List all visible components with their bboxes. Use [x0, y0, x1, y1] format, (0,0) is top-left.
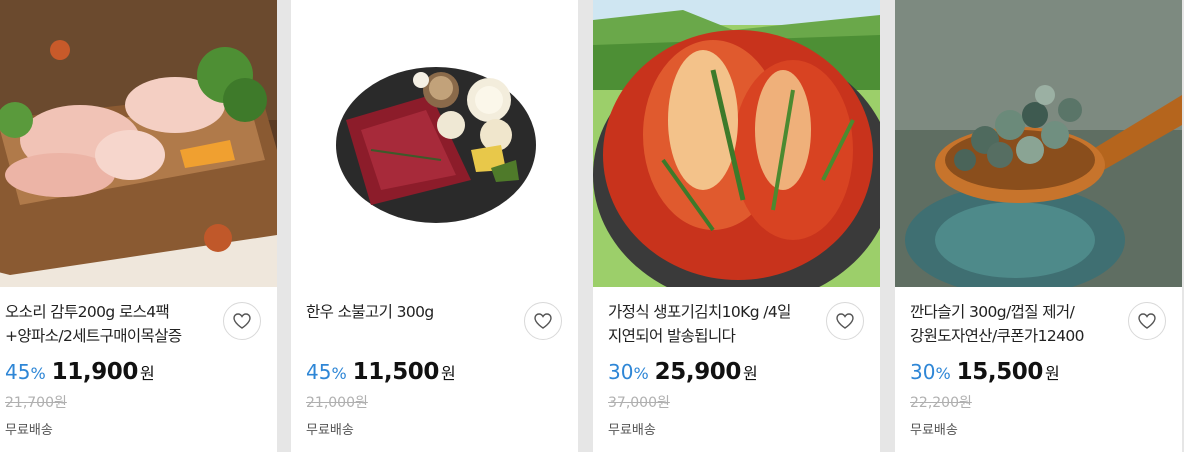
product-image-snails[interactable]: [895, 0, 1182, 287]
product-image-pork[interactable]: [0, 0, 277, 287]
currency-unit: 원: [140, 364, 155, 383]
heart-icon: [1138, 313, 1156, 329]
product-image-kimchi[interactable]: [593, 0, 880, 287]
wishlist-heart-button[interactable]: [524, 302, 562, 340]
price-row: 45% 11,500 원: [306, 359, 456, 385]
percent-sign: %: [30, 364, 46, 383]
discount-rate: 30: [910, 360, 936, 384]
original-price: 37,000원: [608, 395, 670, 411]
discount-rate: 45: [306, 360, 332, 384]
price-row: 30% 15,500 원: [910, 359, 1060, 385]
product-title[interactable]: 한우 소불고기 300g: [306, 300, 511, 324]
discount-rate: 30: [608, 360, 634, 384]
shipping-label: 무료배송: [910, 423, 958, 438]
discount-rate: 45: [5, 360, 31, 384]
price-row: 30% 25,900 원: [608, 359, 758, 385]
wishlist-heart-button[interactable]: [826, 302, 864, 340]
sale-price: 11,500: [352, 359, 440, 385]
wishlist-heart-button[interactable]: [1128, 302, 1166, 340]
currency-unit: 원: [1045, 364, 1060, 383]
original-price: 21,700원: [5, 395, 67, 411]
percent-sign: %: [935, 364, 951, 383]
product-card-2[interactable]: 한우 소불고기 300g 45% 11,500 원 21,000원 무료배송: [291, 0, 578, 452]
product-title[interactable]: 오소리 감투200g 로스4팩+양파소/2세트구매이목살증: [5, 300, 210, 348]
shipping-label: 무료배송: [608, 423, 656, 438]
shipping-label: 무료배송: [306, 423, 354, 438]
percent-sign: %: [633, 364, 649, 383]
sale-price: 25,900: [654, 359, 742, 385]
product-title[interactable]: 깐다슬기 300g/껍질 제거/강원도자연산/쿠폰가12400: [910, 300, 1115, 348]
shipping-label: 무료배송: [5, 423, 53, 438]
original-price: 21,000원: [306, 395, 368, 411]
sale-price: 11,900: [51, 359, 139, 385]
product-card-3[interactable]: 가정식 생포기김치10Kg /4일 지연되어 발송됩니다 30% 25,900 원 …: [593, 0, 880, 452]
heart-icon: [534, 313, 552, 329]
original-price: 22,200원: [910, 395, 972, 411]
product-card-4[interactable]: 깐다슬기 300g/껍질 제거/강원도자연산/쿠폰가12400 30% 15,50…: [895, 0, 1182, 452]
percent-sign: %: [331, 364, 347, 383]
product-title[interactable]: 가정식 생포기김치10Kg /4일 지연되어 발송됩니다: [608, 300, 813, 348]
sale-price: 15,500: [956, 359, 1044, 385]
price-row: 45% 11,900 원: [5, 359, 155, 385]
heart-icon: [233, 313, 251, 329]
wishlist-heart-button[interactable]: [223, 302, 261, 340]
currency-unit: 원: [441, 364, 456, 383]
currency-unit: 원: [743, 364, 758, 383]
product-image-bulgogi[interactable]: [291, 0, 578, 287]
product-card-1[interactable]: 오소리 감투200g 로스4팩+양파소/2세트구매이목살증 45% 11,900 원…: [0, 0, 277, 452]
heart-icon: [836, 313, 854, 329]
